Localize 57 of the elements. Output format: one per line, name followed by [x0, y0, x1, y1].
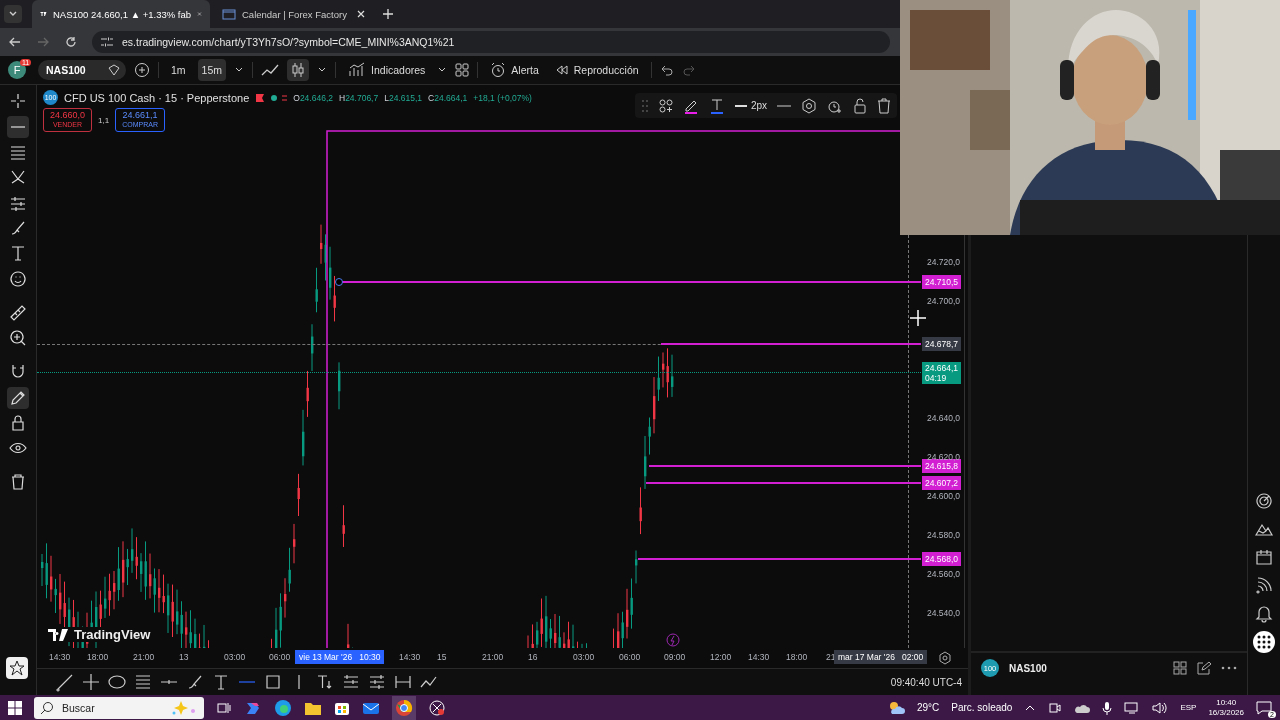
- time-axis-label: 13: [179, 652, 189, 662]
- weather-condition: Parc. soleado: [951, 702, 1013, 713]
- ohlc-value: C24.664,1: [428, 92, 468, 103]
- time-axis-label: 14:30: [49, 652, 71, 662]
- taskbar-time[interactable]: 10:40: [1216, 697, 1237, 708]
- browser-tab[interactable]: NAS100 24.660,1 ▲ +1.33% fab: [32, 0, 210, 28]
- interval-button[interactable]: 15m: [197, 59, 227, 81]
- time-axis-label: 16: [528, 652, 538, 662]
- time-axis-label: 14:30: [399, 652, 421, 662]
- temperature: 29°C: [916, 702, 940, 713]
- price-axis-label: 24.720,0: [927, 257, 961, 267]
- interval-button[interactable]: 1m: [167, 59, 190, 81]
- level-price-label: 24.607,2: [922, 475, 962, 490]
- symbol-search-field[interactable]: NAS100: [38, 60, 126, 80]
- price-axis-label: 24.540,0: [927, 608, 961, 618]
- ohlc-value: L24.615,1: [384, 92, 423, 103]
- price-axis-label: 24.640,0: [927, 413, 961, 423]
- time-axis-label: 21:00: [133, 652, 155, 662]
- browser-tab[interactable]: Calendar | Forex Factory: [214, 0, 374, 28]
- price-axis-label: 24.560,0: [927, 569, 961, 579]
- time-axis-label: 06:00: [269, 652, 291, 662]
- chart-clock: 09:40:40 UTC-4: [890, 676, 962, 688]
- time-axis-label: 03:00: [573, 652, 595, 662]
- time-axis-label: 21: [826, 652, 836, 662]
- price-axis-label: 24.600,0: [927, 491, 961, 501]
- time-axis-label: 18:00: [87, 652, 109, 662]
- time-axis-label: 09:00: [664, 652, 686, 662]
- price-change: +18,1 (+0,07%): [473, 92, 532, 103]
- taskbar-search-field[interactable]: Buscar: [34, 696, 204, 719]
- price-axis-label: 24.580,0: [927, 530, 961, 540]
- time-axis-label: 03:00: [224, 652, 246, 662]
- line-width-button[interactable]: 2px: [735, 100, 768, 111]
- price-axis-label: 24.700,0: [927, 296, 961, 306]
- time-axis-label: 12:00: [710, 652, 732, 662]
- time-axis-label: 14:30: [748, 652, 770, 662]
- level-price-label: 24.710,5: [922, 274, 962, 289]
- ohlc-value: H24.706,7: [339, 92, 379, 103]
- language-indicator[interactable]: ESP: [1180, 703, 1197, 712]
- time-axis-label: 06:00: [619, 652, 641, 662]
- toolbar-button[interactable]: Alerta: [486, 62, 543, 78]
- watchlist-symbol[interactable]: NAS100: [1009, 662, 1047, 674]
- spread-value: 1,1: [98, 115, 110, 125]
- last-price-label: 24.664,1 04:19: [922, 362, 962, 384]
- crosshair-time-label: mar 17 Mar '26 02:00: [834, 650, 928, 664]
- level-price-label: 24.568,0: [922, 552, 962, 567]
- toolbar-button[interactable]: Reproducción: [550, 64, 643, 76]
- time-axis-label: 15: [437, 652, 447, 662]
- tradingview-logo[interactable]: TradingView: [45, 627, 154, 642]
- ohlc-value: O24.646,2: [293, 92, 333, 103]
- time-axis-label: 18:00: [786, 652, 808, 662]
- address-field[interactable]: es.tradingview.com/chart/yT3Yh7sO/?symbol=CME_MINI%3ANQ1%21: [92, 31, 890, 53]
- crosshair-price-label: 24.678,7: [922, 336, 962, 351]
- toolbar-button[interactable]: Indicadores: [344, 62, 430, 78]
- time-axis-label: 21:00: [482, 652, 504, 662]
- selected-time-label: vie 13 Mar '26 10:30: [295, 650, 385, 664]
- taskbar-date[interactable]: 16/3/2026: [1208, 707, 1244, 718]
- chart-title: CFD US 100 Cash · 15 · Pepperstone: [64, 91, 250, 104]
